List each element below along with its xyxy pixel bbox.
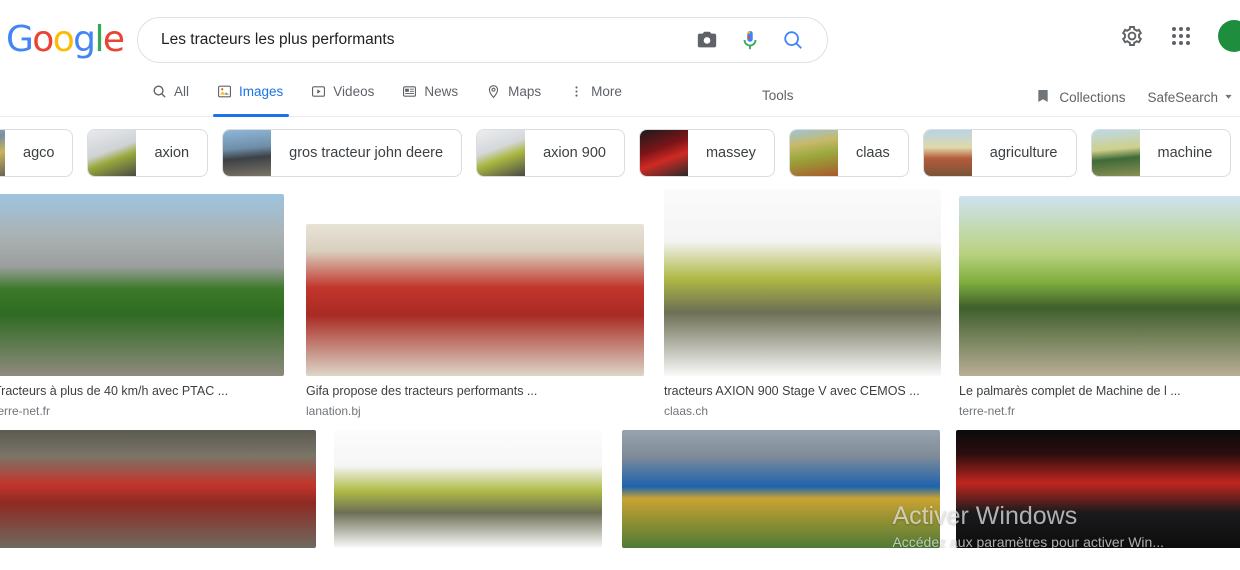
- result-caption[interactable]: Gifa propose des tracteurs performants .…: [306, 384, 644, 399]
- account-avatar[interactable]: [1218, 20, 1240, 52]
- image-result[interactable]: [622, 430, 940, 548]
- tab-label: More: [591, 84, 622, 99]
- image-result[interactable]: [334, 430, 602, 548]
- page-header: Google Les tracteurs les plus performant…: [0, 0, 1240, 117]
- video-icon: [311, 84, 326, 99]
- image-result[interactable]: [956, 430, 1240, 548]
- chip-thumbnail: [88, 130, 137, 176]
- tab-label: All: [174, 84, 190, 99]
- related-search-chip[interactable]: agco: [0, 129, 74, 177]
- chip-thumbnail: [923, 130, 972, 176]
- result-caption[interactable]: Le palmarès complet de Machine de l ...: [959, 384, 1240, 399]
- chip-thumbnail: [1091, 130, 1140, 176]
- chip-thumbnail: [223, 130, 272, 176]
- tab-label: Videos: [333, 84, 375, 99]
- result-thumbnail[interactable]: [0, 430, 316, 548]
- tab-videos[interactable]: Videos: [297, 78, 388, 117]
- result-thumbnail[interactable]: [306, 224, 644, 376]
- related-search-chip[interactable]: claas: [788, 129, 909, 177]
- logo-letter-3: g: [73, 19, 96, 60]
- microphone-icon[interactable]: [738, 28, 762, 52]
- logo-letter-4: l: [94, 19, 104, 60]
- tab-maps[interactable]: Maps: [472, 78, 555, 117]
- related-searches-chips: agco axion gros tracteur john deere axion 9…: [0, 117, 1240, 189]
- chip-label: gros tracteur john deere: [289, 145, 444, 161]
- header-right-controls: [1120, 20, 1240, 52]
- chip-label: agriculture: [989, 145, 1058, 161]
- search-bar[interactable]: [137, 17, 828, 63]
- result-caption[interactable]: Tracteurs à plus de 40 km/h avec PTAC ..…: [0, 384, 284, 399]
- bookmark-icon: [1035, 88, 1051, 107]
- related-search-chip[interactable]: machine: [1090, 129, 1232, 177]
- search-tabs: All Images Videos News Maps More: [152, 78, 636, 117]
- result-thumbnail[interactable]: [0, 194, 284, 376]
- search-submit-icon[interactable]: [781, 28, 805, 52]
- search-input[interactable]: [138, 31, 695, 49]
- result-domain: terre-net.fr: [959, 404, 1016, 418]
- chip-thumbnail: [477, 130, 526, 176]
- search-icon: [152, 84, 167, 99]
- search-bar-icons: [695, 28, 827, 52]
- result-thumbnail[interactable]: [664, 189, 941, 376]
- image-result[interactable]: Gifa propose des tracteurs performants .…: [306, 189, 644, 418]
- safesearch-label: SafeSearch: [1147, 90, 1218, 105]
- result-thumbnail[interactable]: [959, 196, 1240, 376]
- toolbar-right: Collections SafeSearch: [1035, 88, 1234, 107]
- collections-label: Collections: [1059, 90, 1126, 105]
- tab-label: News: [424, 84, 459, 99]
- google-logo[interactable]: Google: [6, 19, 125, 60]
- gear-icon[interactable]: [1120, 24, 1144, 48]
- result-domain: terre-net.fr: [0, 404, 51, 418]
- apps-grid-icon[interactable]: [1170, 25, 1192, 47]
- tab-images[interactable]: Images: [203, 78, 297, 117]
- result-domain: claas.ch: [664, 404, 709, 418]
- related-search-chip[interactable]: gros tracteur john deere: [222, 129, 463, 177]
- image-icon: [217, 84, 232, 99]
- result-thumbnail[interactable]: [622, 430, 940, 548]
- related-search-chip[interactable]: massey: [638, 129, 775, 177]
- chip-thumbnail: [789, 130, 838, 176]
- chip-label: axion 900: [543, 145, 606, 161]
- tab-label: Maps: [508, 84, 542, 99]
- result-domain: lanation.bj: [306, 404, 361, 418]
- tab-more[interactable]: More: [555, 78, 636, 117]
- tab-news[interactable]: News: [388, 78, 472, 117]
- image-result[interactable]: Tracteurs à plus de 40 km/h avec PTAC ..…: [0, 189, 284, 418]
- image-result[interactable]: tracteurs AXION 900 Stage V avec CEMOS .…: [664, 189, 941, 418]
- logo-letter-5: e: [102, 19, 125, 60]
- tab-all[interactable]: All: [152, 78, 203, 117]
- chip-label: claas: [855, 145, 890, 161]
- tools-button[interactable]: Tools: [762, 88, 794, 103]
- more-vertical-icon: [569, 84, 584, 99]
- related-search-chip[interactable]: axion 900: [476, 129, 625, 177]
- image-results-grid: Tracteurs à plus de 40 km/h avec PTAC ..…: [0, 189, 1240, 548]
- image-result[interactable]: Le palmarès complet de Machine de l ... t…: [959, 189, 1240, 418]
- chip-thumbnail: [639, 130, 688, 176]
- chip-label: agco: [23, 145, 55, 161]
- logo-letter-1: o: [32, 19, 54, 60]
- result-thumbnail[interactable]: [334, 430, 602, 548]
- image-result[interactable]: [0, 430, 316, 548]
- results-row-1: Tracteurs à plus de 40 km/h avec PTAC ..…: [0, 189, 1240, 418]
- collections-button[interactable]: Collections: [1035, 88, 1125, 107]
- news-icon: [402, 84, 417, 99]
- chevron-down-icon: [1223, 90, 1234, 105]
- tab-label: Images: [239, 84, 284, 99]
- related-search-chip[interactable]: agriculture: [922, 129, 1077, 177]
- map-pin-icon: [486, 84, 501, 99]
- results-row-2: [0, 430, 1240, 548]
- logo-letter-0: G: [6, 19, 34, 60]
- camera-icon[interactable]: [695, 28, 719, 52]
- related-search-chip[interactable]: axion: [87, 129, 209, 177]
- chip-label: massey: [705, 145, 756, 161]
- result-thumbnail[interactable]: [956, 430, 1240, 548]
- logo-letter-2: o: [52, 19, 75, 60]
- chip-label: axion: [154, 145, 190, 161]
- result-caption[interactable]: tracteurs AXION 900 Stage V avec CEMOS .…: [664, 384, 941, 399]
- chip-label: machine: [1157, 145, 1213, 161]
- safesearch-dropdown[interactable]: SafeSearch: [1147, 90, 1234, 105]
